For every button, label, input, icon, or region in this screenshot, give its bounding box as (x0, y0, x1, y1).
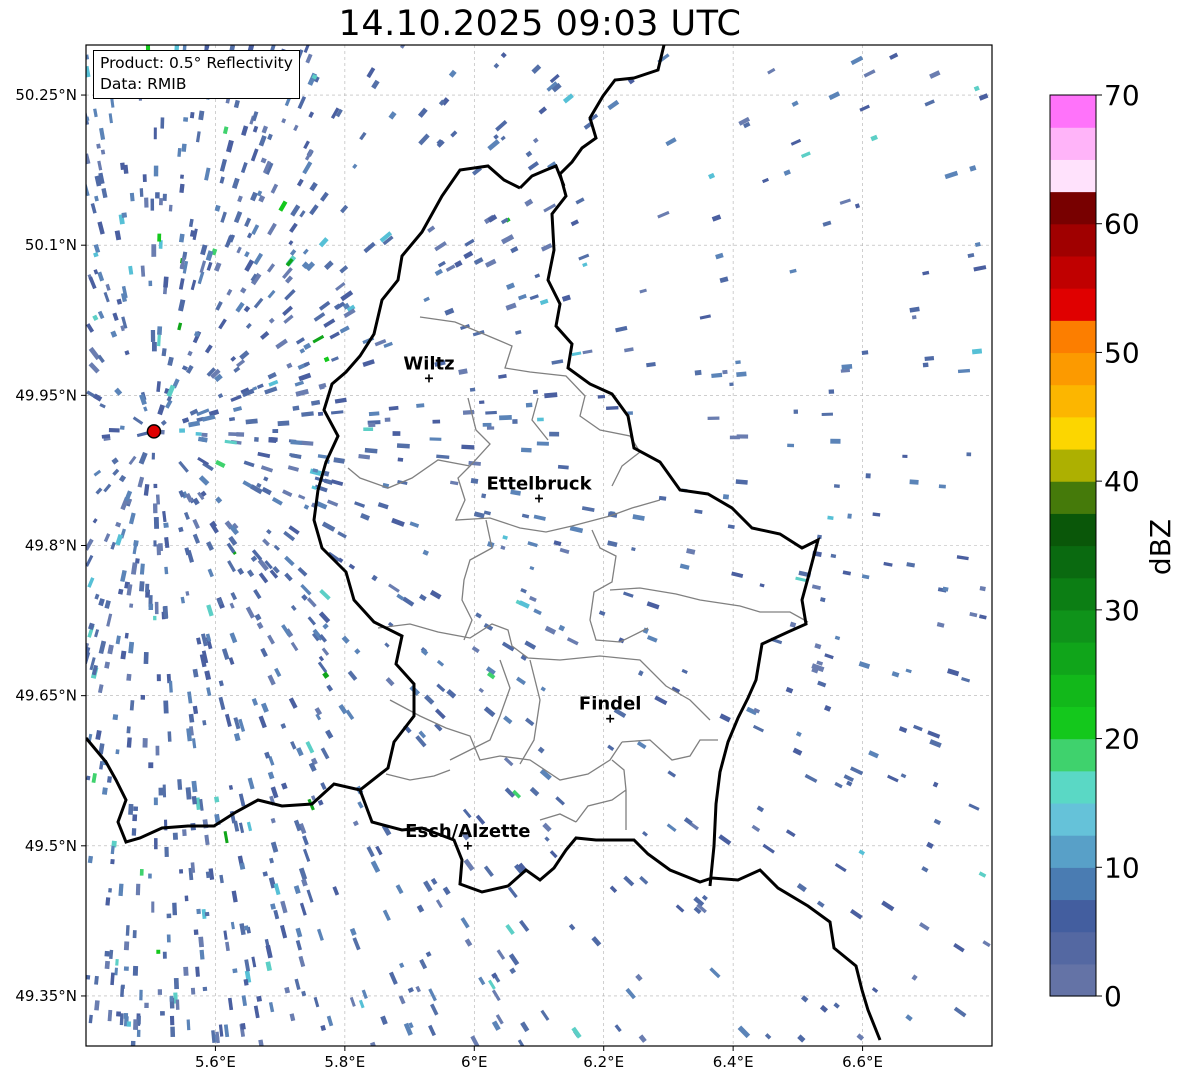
colorbar-tick-label: 50 (1104, 336, 1140, 369)
colorbar-cell (1050, 384, 1096, 418)
colorbar-cell (1050, 352, 1096, 386)
colorbar-tick-label: 60 (1104, 208, 1140, 241)
colorbar-cell (1050, 545, 1096, 579)
colorbar-cell (1050, 159, 1096, 193)
colorbar-cell (1050, 320, 1096, 354)
colorbar-cells (1050, 95, 1096, 997)
colorbar-cell (1050, 706, 1096, 740)
colorbar-cell (1050, 770, 1096, 804)
colorbar-tick-label: 10 (1104, 851, 1140, 884)
colorbar-cell (1050, 416, 1096, 450)
colorbar-cell (1050, 191, 1096, 225)
colorbar-cell (1050, 95, 1096, 128)
colorbar-cell (1050, 609, 1096, 643)
colorbar-cell (1050, 223, 1096, 257)
colorbar-cell (1050, 577, 1096, 611)
colorbar-cell (1050, 127, 1096, 160)
colorbar-cell (1050, 802, 1096, 836)
colorbar-cell (1050, 931, 1096, 965)
colorbar-cell (1050, 288, 1096, 321)
colorbar-cell (1050, 899, 1096, 933)
colorbar-tick-label: 30 (1104, 594, 1140, 627)
colorbar-tick-label: 20 (1104, 723, 1140, 756)
colorbar-tick-label: 0 (1104, 980, 1122, 1013)
colorbar-cell (1050, 448, 1096, 482)
colorbar-cell (1050, 255, 1096, 289)
colorbar-unit-label: dBZ (1144, 519, 1177, 575)
colorbar-cell (1050, 738, 1096, 772)
colorbar-ticks: 0 10 20 30 40 50 60 70 (1096, 79, 1140, 1013)
colorbar-cell (1050, 642, 1096, 675)
colorbar-cell (1050, 867, 1096, 901)
colorbar-cell (1050, 513, 1096, 547)
colorbar-tick-label: 40 (1104, 465, 1140, 498)
colorbar: 0 10 20 30 40 50 60 70 dBZ (1049, 79, 1177, 1013)
colorbar-cell (1050, 674, 1096, 707)
colorbar-cell (1050, 963, 1096, 997)
colorbar-cell (1050, 835, 1096, 868)
colorbar-tick-label: 70 (1104, 79, 1140, 112)
colorbar-cell (1050, 481, 1096, 514)
